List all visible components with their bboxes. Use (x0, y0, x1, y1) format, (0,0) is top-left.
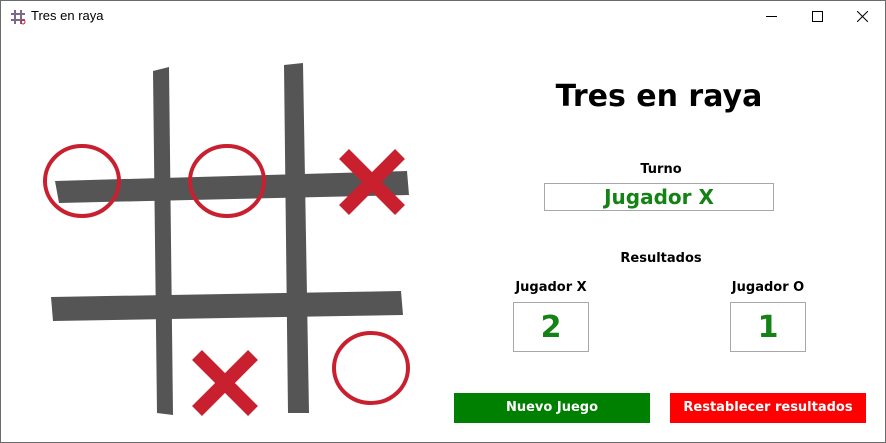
grid-line-vertical-left (153, 67, 173, 415)
minimize-icon (766, 16, 777, 17)
player-o-score: 1 (730, 302, 806, 352)
new-game-button[interactable]: Nuevo Juego (454, 393, 650, 423)
player-o-label: Jugador O (731, 280, 805, 295)
board-cell-5-empty[interactable] (332, 255, 412, 335)
maximize-icon (812, 11, 823, 22)
title-bar[interactable]: Tres en raya (1, 1, 885, 32)
results-label: Resultados (620, 251, 702, 266)
close-icon (857, 11, 868, 22)
board-cell-8-o-mark[interactable] (332, 331, 410, 405)
board-cell-6-empty[interactable] (42, 341, 122, 417)
app-window: Tres en raya Tres en raya Turno Jugador … (0, 0, 886, 443)
turn-indicator: Jugador X (544, 183, 774, 211)
tic-tac-toe-app-icon (11, 10, 26, 25)
player-x-score: 2 (513, 302, 589, 352)
board-cell-3-empty[interactable] (42, 255, 122, 335)
reset-results-button[interactable]: Restablecer resultados (670, 393, 866, 423)
grid-line-vertical-right (284, 63, 309, 413)
window-title: Tres en raya (31, 8, 104, 23)
turn-label: Turno (640, 162, 682, 177)
app-heading: Tres en raya (555, 79, 763, 114)
maximize-button[interactable] (795, 1, 841, 32)
minimize-button[interactable] (749, 1, 795, 32)
game-board (42, 63, 412, 417)
board-cell-4-empty[interactable] (187, 255, 267, 335)
player-x-label: Jugador X (515, 280, 587, 295)
board-cell-7-x-mark[interactable] (192, 350, 258, 416)
close-button[interactable] (840, 1, 886, 32)
